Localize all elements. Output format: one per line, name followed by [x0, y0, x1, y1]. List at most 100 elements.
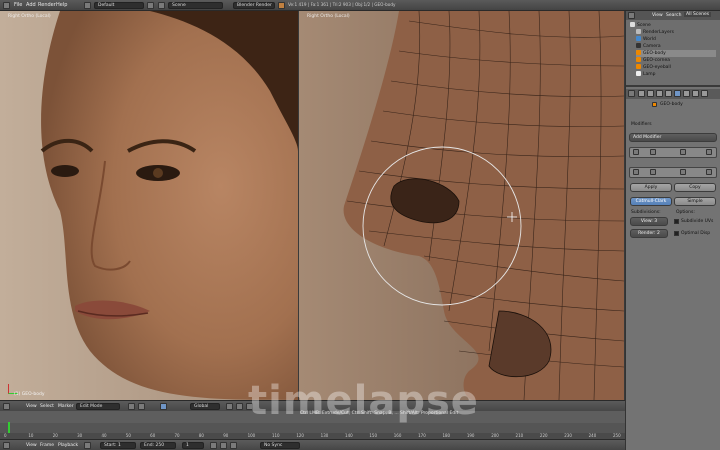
- menu-mesh[interactable]: Marker: [58, 404, 74, 409]
- outliner-item-scene[interactable]: Scene: [630, 22, 651, 29]
- scene-select[interactable]: Scene: [168, 2, 223, 9]
- modifier-move-up-icon[interactable]: [680, 169, 686, 175]
- options-label: Options:: [676, 210, 695, 215]
- outliner-item-world[interactable]: World: [636, 36, 656, 43]
- subdivide-uvs-label: Subdivide UVs: [681, 219, 714, 224]
- renderlayers-icon: [636, 29, 641, 34]
- outliner-item-lamp[interactable]: Lamp: [636, 71, 656, 78]
- modifier-header: [629, 147, 717, 158]
- outliner-item-camera[interactable]: Camera: [636, 43, 661, 50]
- pivot-icon[interactable]: [138, 403, 145, 410]
- screen-layout-icon[interactable]: [84, 2, 91, 9]
- layout-select[interactable]: Default: [94, 2, 144, 9]
- properties-editor: GEO-body Modifiers Add Modifier Apply Co…: [626, 89, 720, 450]
- orientation-select[interactable]: Global: [190, 403, 220, 410]
- outliner-item-renderlayers[interactable]: RenderLayers: [636, 29, 674, 36]
- view-levels-field[interactable]: View: 3: [630, 217, 668, 226]
- jump-end-icon[interactable]: [230, 442, 237, 449]
- reference-photo: [0, 11, 298, 400]
- blender-version-icon: [278, 2, 285, 9]
- menu-frame[interactable]: Frame: [40, 443, 54, 448]
- outliner-item-geo-body[interactable]: GEO-body: [636, 50, 716, 57]
- menu-add[interactable]: Add: [26, 2, 36, 8]
- shading-icon[interactable]: [128, 403, 135, 410]
- modifier-remove-icon[interactable]: [706, 149, 712, 155]
- viewport-right[interactable]: Right Ortho (Local): [299, 11, 624, 400]
- menu-view[interactable]: View: [26, 404, 37, 409]
- render-tab-icon[interactable]: [638, 90, 645, 97]
- object-tab-icon[interactable]: [665, 90, 672, 97]
- outliner-scene-filter[interactable]: All Scenes: [684, 12, 712, 17]
- viewport-left[interactable]: Right Ortho (Local) (1) GEO-body: [0, 11, 298, 400]
- copy-button[interactable]: Copy: [674, 183, 716, 192]
- blender-logo-icon[interactable]: [3, 2, 10, 9]
- mesh-icon: [636, 50, 641, 55]
- simple-button[interactable]: Simple: [674, 197, 716, 206]
- properties-tabs: [626, 89, 720, 99]
- outliner-item-geo-eyeball[interactable]: GEO-eyeball: [636, 64, 671, 71]
- optimal-display-checkbox[interactable]: [674, 231, 679, 236]
- vertex-select-icon[interactable]: [226, 403, 233, 410]
- modifier-remove-icon[interactable]: [706, 169, 712, 175]
- modifier-expand-icon[interactable]: [633, 149, 639, 155]
- menu-help[interactable]: Help: [56, 2, 67, 8]
- add-layout-icon[interactable]: [147, 2, 154, 9]
- current-frame-field[interactable]: 1: [182, 442, 204, 449]
- viewport-label: Right Ortho (Local): [307, 14, 350, 19]
- modifier-display-icon[interactable]: [650, 149, 656, 155]
- menu-render[interactable]: Render: [38, 2, 56, 8]
- modifier-move-up-icon[interactable]: [680, 149, 686, 155]
- outliner-tab-search[interactable]: Search: [666, 13, 681, 18]
- frame-tick-label: 180: [442, 433, 451, 438]
- frame-tick-label: 50: [125, 433, 131, 438]
- data-tab-icon[interactable]: [683, 90, 690, 97]
- jump-start-icon[interactable]: [210, 442, 217, 449]
- render-levels-field[interactable]: Render: 2: [630, 229, 668, 238]
- frame-tick-label: 110: [271, 433, 280, 438]
- manipulator-icon[interactable]: [160, 403, 167, 410]
- outliner-header: View Search All Scenes: [626, 11, 720, 20]
- subdivide-uvs-checkbox[interactable]: [674, 219, 679, 224]
- outliner-tab-view[interactable]: View: [652, 13, 663, 18]
- edge-select-icon[interactable]: [236, 403, 243, 410]
- menu-select[interactable]: Select: [40, 404, 54, 409]
- outliner-item-geo-cornea[interactable]: GEO-cornea: [636, 57, 670, 64]
- sync-select[interactable]: No Sync: [260, 442, 300, 449]
- modifier-tab-icon[interactable]: [674, 90, 681, 97]
- start-frame-field[interactable]: Start: 1: [100, 442, 136, 449]
- end-frame-field[interactable]: End: 250: [140, 442, 176, 449]
- play-icon[interactable]: [220, 442, 227, 449]
- menu-file[interactable]: File: [14, 2, 22, 8]
- outliner[interactable]: View Search All Scenes Scene RenderLayer…: [626, 11, 720, 87]
- world-icon: [636, 36, 641, 41]
- menu-playback[interactable]: Playback: [58, 443, 78, 448]
- material-tab-icon[interactable]: [692, 90, 699, 97]
- camera-icon: [636, 43, 641, 48]
- mode-select[interactable]: Edit Mode: [76, 403, 120, 410]
- viewport-object-name: (1) GEO-body: [14, 392, 45, 397]
- timeline-track[interactable]: [0, 423, 625, 433]
- scene-stats: Ve:1 419 | Fa:1 361 | Tri:2 903 | Obj:1/…: [288, 2, 396, 7]
- properties-editor-icon[interactable]: [628, 90, 635, 97]
- modifier-expand-icon[interactable]: [633, 169, 639, 175]
- frame-tick-label: 120: [296, 433, 304, 438]
- scene-icon[interactable]: [158, 2, 165, 9]
- frame-tick-label: 10: [28, 433, 34, 438]
- add-modifier-select[interactable]: Add Modifier: [629, 133, 717, 142]
- mesh-viewport-canvas: [299, 11, 624, 400]
- editor-type-icon[interactable]: [3, 403, 10, 410]
- menu-view[interactable]: View: [26, 443, 37, 448]
- texture-tab-icon[interactable]: [701, 90, 708, 97]
- scene-tab-icon[interactable]: [647, 90, 654, 97]
- render-engine-select[interactable]: Blender Render: [233, 2, 275, 9]
- apply-button[interactable]: Apply: [630, 183, 672, 192]
- editor-type-icon[interactable]: [3, 442, 10, 449]
- world-tab-icon[interactable]: [656, 90, 663, 97]
- modifier-display-icon[interactable]: [650, 169, 656, 175]
- catmull-clark-button[interactable]: Catmull-Clark: [630, 197, 672, 206]
- outliner-editor-icon[interactable]: [628, 12, 635, 19]
- frame-tick-label: 210: [515, 433, 524, 438]
- mesh-icon: [652, 102, 657, 107]
- frame-tick-label: 30: [77, 433, 83, 438]
- record-icon[interactable]: [84, 442, 91, 449]
